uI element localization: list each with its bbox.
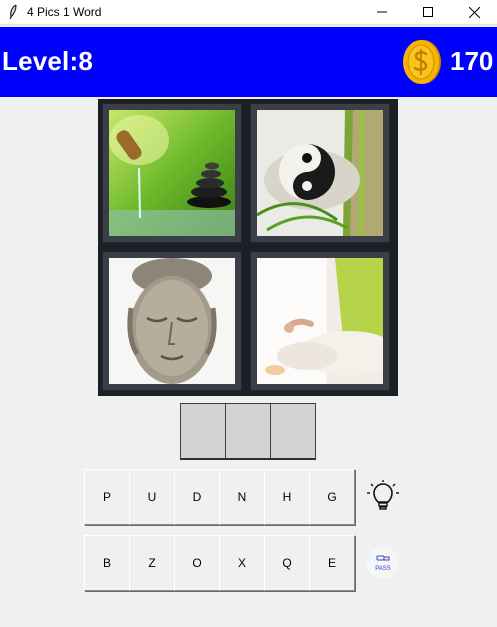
level-label: Level:8 bbox=[2, 46, 94, 76]
game-header: Level:8 170 bbox=[0, 27, 497, 97]
coin-count: 170 bbox=[450, 46, 494, 76]
letter-key[interactable]: Z bbox=[129, 535, 175, 591]
picture-tile bbox=[250, 103, 390, 243]
lightbulb-icon[interactable] bbox=[366, 480, 400, 514]
answer-slot[interactable] bbox=[225, 403, 271, 460]
answer-slot[interactable] bbox=[180, 403, 226, 460]
picture-tile bbox=[250, 251, 390, 391]
picture-grid bbox=[98, 99, 398, 396]
minimize-button[interactable] bbox=[359, 0, 405, 24]
letter-key[interactable]: H bbox=[264, 469, 310, 525]
bamboo-fountain-picture bbox=[109, 110, 235, 236]
letter-key[interactable]: D bbox=[174, 469, 220, 525]
yin-yang-picture bbox=[257, 110, 383, 236]
letter-key[interactable]: O bbox=[174, 535, 220, 591]
dollar-coin-icon bbox=[403, 40, 441, 84]
buddha-statue-picture bbox=[109, 258, 235, 384]
maximize-icon bbox=[423, 7, 433, 17]
feather-icon bbox=[9, 4, 17, 20]
letter-key[interactable]: B bbox=[84, 535, 130, 591]
pass-label: PASS bbox=[375, 566, 391, 572]
letter-key[interactable]: G bbox=[309, 469, 355, 525]
letter-key[interactable]: U bbox=[129, 469, 175, 525]
letter-key[interactable]: N bbox=[219, 469, 265, 525]
pass-button[interactable]: PASS bbox=[367, 547, 399, 579]
picture-tile bbox=[102, 103, 242, 243]
window-titlebar: 4 Pics 1 Word bbox=[0, 0, 497, 25]
window-title: 4 Pics 1 Word bbox=[27, 5, 102, 19]
pass-hand-icon: PASS bbox=[375, 555, 391, 572]
minimize-icon bbox=[377, 11, 387, 13]
letter-key[interactable]: Q bbox=[264, 535, 310, 591]
letter-key[interactable]: P bbox=[84, 469, 130, 525]
meditation-picture bbox=[257, 258, 383, 384]
picture-tile bbox=[102, 251, 242, 391]
maximize-button[interactable] bbox=[405, 0, 451, 24]
letter-key[interactable]: X bbox=[219, 535, 265, 591]
close-icon bbox=[468, 6, 480, 18]
letter-key[interactable]: E bbox=[309, 535, 355, 591]
close-button[interactable] bbox=[451, 0, 497, 24]
answer-slot[interactable] bbox=[270, 403, 316, 460]
